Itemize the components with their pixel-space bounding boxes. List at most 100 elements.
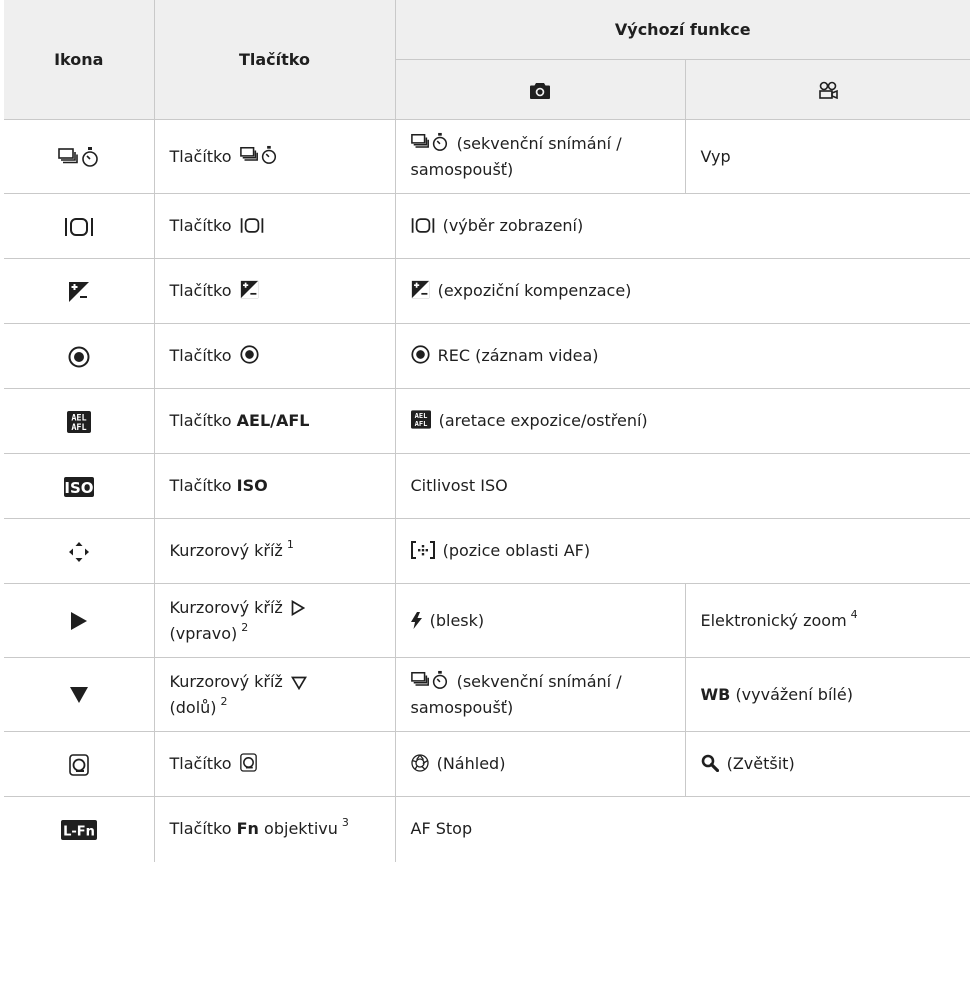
camera-icon — [530, 82, 550, 99]
row-button-cell: Tlačítko ISO — [153, 453, 396, 519]
row-photo-cell: (Náhled) — [394, 731, 686, 797]
photo-function: (expoziční kompenzace) — [437, 281, 632, 300]
table-row: Tlačítko (Náhled) (Zvětšit) — [4, 731, 970, 797]
photo-function: (aretace expozice/ostření) — [438, 411, 648, 430]
row-photo-cell: (sekvenční snímání / samospoušť) — [394, 657, 686, 732]
row-function-cell: AF Stop — [394, 796, 970, 862]
button-label: Tlačítko — [169, 476, 232, 495]
footnote-ref: 2 — [241, 620, 249, 634]
row-button-cell: Kurzorový kříž 1 — [153, 518, 396, 584]
button-label-suffix: objektivu — [264, 819, 338, 839]
row-icon-cell: L-Fn — [4, 796, 155, 862]
flash-icon — [410, 611, 422, 629]
table-row: Kurzorový kříž (dolů) 2 (sekvenční snímán… — [4, 657, 970, 732]
arrow-down-outline-icon — [290, 676, 307, 690]
rec-icon — [68, 346, 90, 368]
photo-function: (blesk) — [429, 610, 485, 630]
row-button-cell: Tlačítko — [153, 258, 396, 324]
row-video-cell: Elektronický zoom 4 — [684, 583, 970, 658]
row-button-cell: Tlačítko — [153, 193, 396, 259]
preview-button-icon — [239, 753, 257, 772]
ael-afl-icon: AEL AFL — [410, 410, 431, 429]
row-photo-cell: (sekvenční snímání / samospoušť) — [394, 119, 686, 194]
photo-function: (výběr zobrazení) — [442, 216, 584, 235]
row-button-cell: Tlačítko Fn objektivu 3 — [153, 796, 396, 862]
table-row: Tlačítko REC (záznam videa) — [4, 323, 970, 389]
movie-camera-icon — [817, 81, 839, 100]
cursor-cross-icon — [68, 541, 90, 563]
row-button-cell: Tlačítko — [153, 323, 396, 389]
button-label: Kurzorový kříž — [169, 671, 283, 691]
table-row: Kurzorový kříž (vpravo) 2 (blesk) Elektro… — [4, 583, 970, 658]
exposure-compensation-icon — [411, 280, 430, 299]
aperture-icon — [410, 754, 429, 772]
exposure-compensation-icon — [240, 280, 259, 299]
table-row: ISO Tlačítko ISO Citlivost ISO — [4, 453, 970, 519]
magnify-icon — [701, 754, 719, 772]
button-name: AEL/AFL — [236, 411, 310, 430]
row-video-cell: (Zvětšit) — [684, 731, 970, 797]
button-label: Tlačítko — [169, 146, 232, 166]
row-icon-cell — [4, 657, 155, 732]
row-photo-cell: (blesk) — [394, 583, 686, 658]
svg-text:AFL: AFL — [414, 419, 427, 428]
row-button-cell: Tlačítko — [153, 119, 396, 194]
sequential-self-timer-icon — [410, 132, 449, 152]
row-function-cell: (výběr zobrazení) — [394, 193, 970, 259]
sequential-self-timer-icon — [239, 145, 278, 165]
photo-function: (pozice oblasti AF) — [442, 541, 591, 560]
header-button: Tlačítko — [153, 0, 396, 120]
row-icon-cell — [4, 731, 155, 797]
table-row: Tlačítko (expoziční kompenzace) — [4, 258, 970, 324]
sequential-self-timer-icon — [57, 146, 100, 168]
svg-text:L-Fn: L-Fn — [63, 824, 95, 839]
row-icon-cell — [4, 258, 155, 324]
row-function-cell: Citlivost ISO — [394, 453, 970, 519]
table-row: L-Fn Tlačítko Fn objektivu 3 AF Stop — [4, 796, 970, 862]
row-function-cell: (pozice oblasti AF) — [394, 518, 970, 584]
row-icon-cell: ISO — [4, 453, 155, 519]
iso-icon: ISO — [63, 476, 94, 497]
row-function-cell: REC (záznam videa) — [394, 323, 970, 389]
triangle-down-icon — [69, 686, 89, 704]
rec-icon — [240, 345, 259, 364]
button-function-table: Ikona Tlačítko Výchozí funkce Tlačítko (… — [4, 0, 970, 862]
row-function-cell: (expoziční kompenzace) — [394, 258, 970, 324]
photo-function: (Náhled) — [436, 754, 506, 773]
arrow-right-outline-icon — [291, 599, 305, 616]
lens-fn-icon: L-Fn — [60, 819, 97, 840]
button-label: Tlačítko — [169, 281, 232, 300]
row-function-cell: AEL AFL (aretace expozice/ostření) — [394, 388, 970, 454]
button-name: Fn — [236, 819, 259, 839]
button-label: Tlačítko — [169, 216, 232, 235]
footnote-ref: 3 — [341, 816, 349, 830]
row-icon-cell — [4, 518, 155, 584]
button-label: Tlačítko — [169, 346, 232, 365]
video-function: (vyvážení bílé) — [735, 684, 853, 704]
footnote-ref: 4 — [850, 607, 858, 621]
sequential-self-timer-icon — [410, 670, 449, 690]
af-area-icon — [410, 541, 435, 559]
row-icon-cell: AEL AFL — [4, 388, 155, 454]
display-select-icon — [240, 217, 264, 234]
ael-afl-icon: AEL AFL — [66, 410, 91, 433]
row-icon-cell — [4, 193, 155, 259]
svg-text:AFL: AFL — [71, 423, 86, 433]
svg-text:ISO: ISO — [64, 479, 93, 497]
display-select-icon — [64, 217, 94, 237]
header-default-function: Výchozí funkce — [394, 0, 970, 60]
button-label: Kurzorový kříž — [169, 597, 283, 617]
row-button-cell: Kurzorový kříž (dolů) 2 — [153, 657, 396, 732]
exposure-compensation-icon — [68, 281, 90, 303]
table-row: Tlačítko (výběr zobrazení) — [4, 193, 970, 259]
row-button-cell: Kurzorový kříž (vpravo) 2 — [153, 583, 396, 658]
rec-icon — [410, 345, 430, 364]
row-icon-cell — [4, 583, 155, 658]
play-right-icon — [70, 611, 88, 631]
video-function: (Zvětšit) — [726, 754, 795, 773]
button-label: Tlačítko — [169, 411, 232, 430]
button-label: Tlačítko — [169, 754, 232, 773]
row-icon-cell — [4, 119, 155, 194]
header-video — [684, 59, 970, 120]
row-video-cell: WB (vyvážení bílé) — [684, 657, 970, 732]
